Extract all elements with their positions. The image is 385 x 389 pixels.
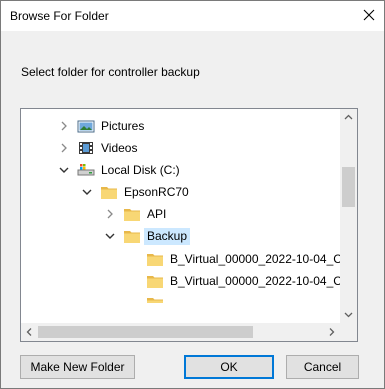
vertical-scroll-thumb[interactable]	[342, 167, 355, 207]
tree-item-epsonrc70[interactable]: EpsonRC70	[21, 181, 340, 203]
tree-item-label: Backup	[144, 228, 191, 245]
tree-item-label: Local Disk (C:)	[101, 163, 180, 177]
tree-item-partial	[21, 292, 340, 314]
folder-tree-viewport: Pictures Videos Local Disk (C:) EpsonRC7…	[21, 109, 340, 323]
tree-item-pictures[interactable]: Pictures	[21, 115, 340, 137]
tree-item-backup-child-1[interactable]: B_Virtual_00000_2022-10-04_C	[21, 248, 340, 270]
tree-item-label: Videos	[101, 141, 138, 155]
window-title: Browse For Folder	[10, 9, 109, 23]
pictures-folder-icon	[77, 118, 95, 134]
tree-item-label: B_Virtual_00000_2022-10-04_C	[170, 252, 340, 266]
ok-button[interactable]: OK	[184, 355, 274, 379]
scroll-left-icon[interactable]	[21, 323, 38, 341]
tree-item-videos[interactable]: Videos	[21, 137, 340, 159]
folder-tree[interactable]: Pictures Videos Local Disk (C:) EpsonRC7…	[20, 108, 358, 342]
browse-for-folder-dialog: Browse For Folder Select folder for cont…	[0, 0, 385, 389]
folder-icon	[123, 228, 141, 244]
folder-icon	[100, 184, 118, 200]
folder-icon	[146, 251, 164, 267]
horizontal-scrollbar[interactable]	[21, 323, 340, 341]
scroll-right-icon[interactable]	[323, 323, 340, 341]
close-icon	[358, 4, 380, 26]
tree-item-label: Pictures	[101, 119, 145, 133]
chevron-down-icon[interactable]	[104, 229, 116, 243]
scroll-up-icon[interactable]	[340, 109, 357, 126]
folder-icon	[123, 206, 141, 222]
chevron-right-icon[interactable]	[104, 207, 116, 221]
folder-icon	[146, 273, 164, 289]
chevron-right-icon[interactable]	[58, 119, 70, 133]
tree-item-backup[interactable]: Backup	[21, 225, 340, 247]
tree-item-local-disk[interactable]: Local Disk (C:)	[21, 159, 340, 181]
folder-icon	[146, 295, 164, 303]
tree-item-label: B_Virtual_00000_2022-10-04_C	[170, 274, 340, 288]
title-bar[interactable]: Browse For Folder	[1, 1, 384, 31]
scroll-down-icon[interactable]	[340, 306, 357, 323]
vertical-scrollbar[interactable]	[340, 109, 357, 323]
chevron-down-icon[interactable]	[81, 185, 93, 199]
cancel-button[interactable]: Cancel	[286, 355, 359, 379]
drive-icon	[77, 162, 95, 178]
tree-item-backup-child-2[interactable]: B_Virtual_00000_2022-10-04_C	[21, 270, 340, 292]
make-new-folder-button[interactable]: Make New Folder	[20, 355, 135, 379]
tree-item-api[interactable]: API	[21, 203, 340, 225]
instruction-text: Select folder for controller backup	[21, 65, 200, 79]
chevron-down-icon[interactable]	[58, 163, 70, 177]
horizontal-scroll-thumb[interactable]	[38, 326, 253, 338]
tree-item-label: EpsonRC70	[124, 185, 189, 199]
scrollbar-corner	[340, 323, 357, 341]
chevron-right-icon[interactable]	[58, 141, 70, 155]
tree-item-label: API	[147, 207, 167, 221]
close-button[interactable]	[358, 4, 380, 26]
videos-folder-icon	[77, 140, 95, 156]
